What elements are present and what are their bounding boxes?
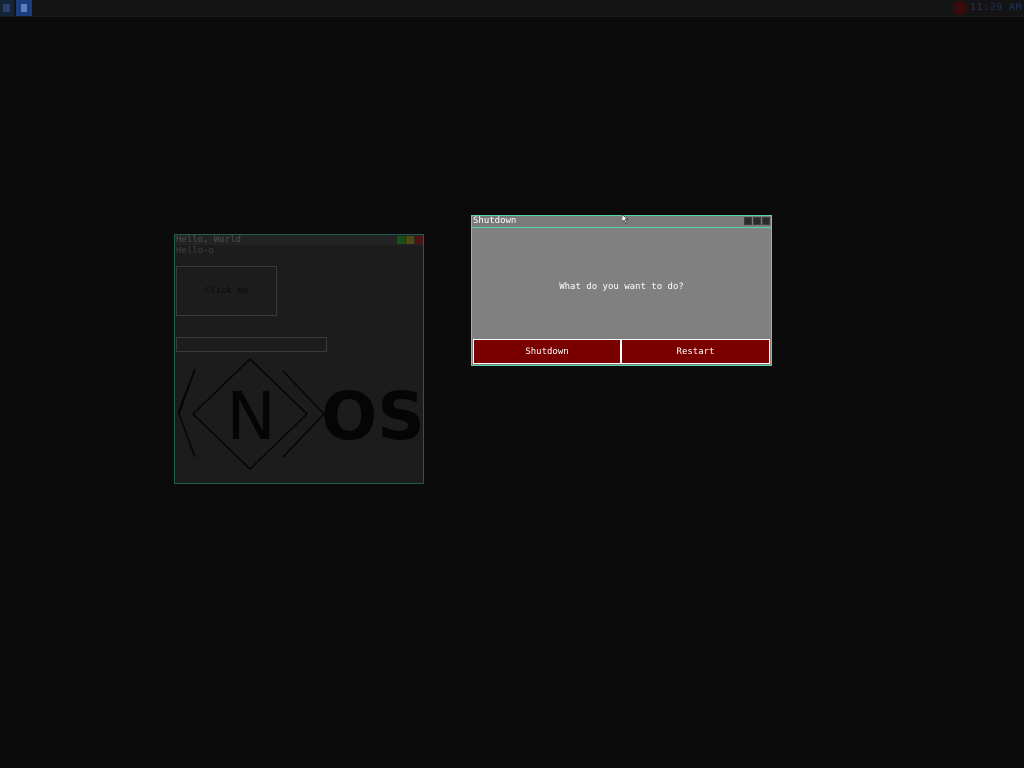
logo-letter: N xyxy=(226,378,275,455)
menu-icon xyxy=(3,4,10,12)
shutdown-button[interactable]: Shutdown xyxy=(473,339,621,364)
desktop[interactable]: 11:39 AM Hello, World Hello-o Click me N… xyxy=(0,0,1024,768)
dialog-title: Shutdown xyxy=(473,216,517,226)
close-button[interactable] xyxy=(415,236,423,244)
taskbar: 11:39 AM xyxy=(0,0,1024,17)
close-button[interactable] xyxy=(762,217,770,225)
minimize-button[interactable] xyxy=(397,236,405,244)
window-titlebar[interactable]: Hello, World xyxy=(175,235,423,245)
maximize-button[interactable] xyxy=(406,236,414,244)
window-title: Hello, World xyxy=(176,235,242,245)
clock: 11:39 AM xyxy=(970,2,1023,13)
restart-button[interactable]: Restart xyxy=(621,339,770,364)
nos-logo: N OS xyxy=(177,357,421,471)
power-icon[interactable] xyxy=(953,1,967,15)
app-icon xyxy=(21,4,27,12)
taskbar-app-button[interactable] xyxy=(16,0,32,16)
cursor-icon xyxy=(622,215,629,225)
logo-text: OS xyxy=(321,378,421,455)
shutdown-dialog[interactable]: Shutdown What do you want to do? Shutdow… xyxy=(471,215,772,366)
hello-label: Hello-o xyxy=(176,246,214,256)
start-button[interactable] xyxy=(0,0,14,16)
dialog-message: What do you want to do? xyxy=(559,282,684,292)
minimize-button[interactable] xyxy=(744,217,752,225)
click-me-button[interactable]: Click me xyxy=(176,266,277,316)
hello-world-window[interactable]: Hello, World Hello-o Click me N OS xyxy=(174,234,424,484)
text-input[interactable] xyxy=(176,337,327,352)
maximize-button[interactable] xyxy=(753,217,761,225)
